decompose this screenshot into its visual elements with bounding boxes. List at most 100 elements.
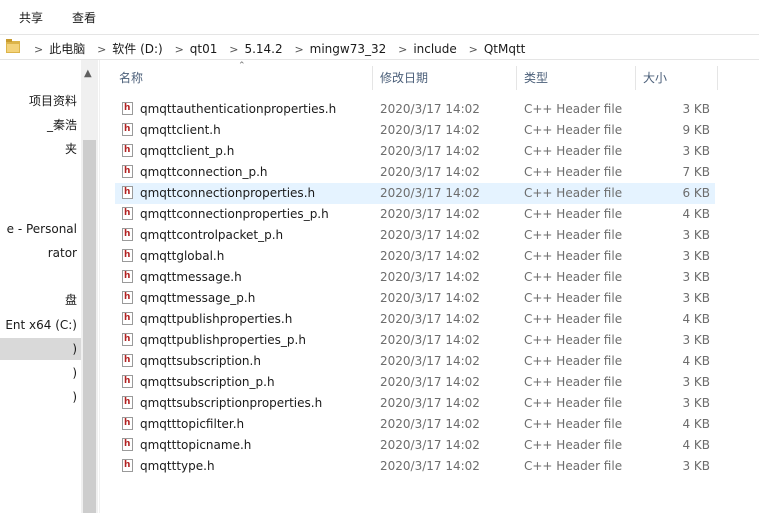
breadcrumb-separator-icon[interactable]: > bbox=[294, 43, 303, 56]
file-row[interactable]: h qmqttsubscription_p.h 2020/3/17 14:02 C++… bbox=[115, 372, 715, 393]
header-file-icon-glyph: h bbox=[124, 187, 131, 197]
breadcrumb-qt01[interactable]: qt01 bbox=[190, 42, 218, 56]
column-separator[interactable] bbox=[635, 66, 636, 90]
ribbon-tab-share[interactable]: 共享 bbox=[19, 9, 43, 26]
file-row[interactable]: h qmqttclient.h 2020/3/17 14:02 C++ Header … bbox=[115, 120, 715, 141]
file-type: C++ Header file bbox=[524, 123, 623, 137]
column-name[interactable]: 名称 bbox=[119, 62, 143, 94]
file-row[interactable]: h qmqttglobal.h 2020/3/17 14:02 C++ Header … bbox=[115, 246, 715, 267]
file-row[interactable]: h qmqttconnection_p.h 2020/3/17 14:02 C++ H… bbox=[115, 162, 715, 183]
header-file-icon-glyph: h bbox=[124, 229, 131, 239]
file-size: 3 KB bbox=[682, 333, 710, 347]
file-type: C++ Header file bbox=[524, 459, 623, 473]
header-file-icon: h bbox=[122, 186, 133, 199]
header-file-icon: h bbox=[122, 417, 133, 430]
breadcrumb-include[interactable]: include bbox=[413, 42, 456, 56]
nav-item[interactable]: e - Personal bbox=[0, 218, 81, 240]
file-name: qmqttsubscriptionproperties.h bbox=[140, 396, 323, 410]
nav-item-label: 盘 bbox=[64, 293, 77, 307]
pane-divider[interactable] bbox=[99, 60, 100, 513]
breadcrumb-drive-d[interactable]: 软件 (D:) bbox=[112, 40, 162, 57]
file-size: 3 KB bbox=[682, 228, 710, 242]
file-size: 6 KB bbox=[682, 186, 710, 200]
breadcrumb-version[interactable]: 5.14.2 bbox=[244, 42, 282, 56]
address-bar[interactable]: > 此电脑 > 软件 (D:) > qt01 >5.14.2 > mingw73_32 … bbox=[0, 34, 759, 60]
file-row[interactable]: h qmqttsubscriptionproperties.h 2020/3/17 … bbox=[115, 393, 715, 414]
header-file-icon-glyph: h bbox=[124, 418, 131, 428]
file-size: 3 KB bbox=[682, 291, 710, 305]
file-date: 2020/3/17 14:02 bbox=[380, 396, 480, 410]
file-row[interactable]: h qmqttsubscription.h 2020/3/17 14:02 C++ H… bbox=[115, 351, 715, 372]
file-size: 4 KB bbox=[682, 417, 710, 431]
breadcrumb-qtmqtt[interactable]: QtMqtt bbox=[484, 42, 526, 56]
file-type: C++ Header file bbox=[524, 438, 623, 452]
file-size: 4 KB bbox=[682, 438, 710, 452]
file-date: 2020/3/17 14:02 bbox=[380, 186, 480, 200]
header-file-icon: h bbox=[122, 333, 133, 346]
file-size: 3 KB bbox=[682, 102, 710, 116]
file-size: 9 KB bbox=[682, 123, 710, 137]
nav-item[interactable]: 夹 bbox=[0, 138, 81, 160]
file-size: 3 KB bbox=[682, 459, 710, 473]
file-row[interactable]: h qmqttconnectionproperties_p.h 2020/3/17 … bbox=[115, 204, 715, 225]
file-row[interactable]: h qmqttcontrolpacket_p.h 2020/3/17 14:02 C+… bbox=[115, 225, 715, 246]
nav-item[interactable]: ) bbox=[0, 362, 81, 384]
column-type[interactable]: 类型 bbox=[524, 62, 548, 94]
folder-icon bbox=[6, 39, 20, 53]
file-name: qmqttconnection_p.h bbox=[140, 165, 268, 179]
scroll-up-arrow-icon[interactable]: ▲ bbox=[84, 68, 92, 79]
breadcrumb-separator-icon[interactable]: > bbox=[97, 43, 106, 56]
ribbon-tab-view[interactable]: 查看 bbox=[72, 9, 96, 26]
file-size: 4 KB bbox=[682, 354, 710, 368]
breadcrumb-separator-icon[interactable]: > bbox=[469, 43, 478, 56]
breadcrumb-this-pc[interactable]: 此电脑 bbox=[49, 40, 85, 57]
header-file-icon-glyph: h bbox=[124, 250, 131, 260]
nav-item[interactable]: Ent x64 (C:) bbox=[0, 314, 81, 336]
file-size: 4 KB bbox=[682, 207, 710, 221]
file-row[interactable]: h qmqtttopicname.h 2020/3/17 14:02 C++ Head… bbox=[115, 435, 715, 456]
file-row[interactable]: h qmqttclient_p.h 2020/3/17 14:02 C++ Heade… bbox=[115, 141, 715, 162]
column-date[interactable]: 修改日期 bbox=[380, 62, 428, 94]
header-file-icon-glyph: h bbox=[124, 334, 131, 344]
nav-item[interactable]: _秦浩 bbox=[0, 114, 81, 136]
breadcrumb-separator-icon[interactable]: > bbox=[398, 43, 407, 56]
breadcrumb-separator-icon[interactable]: > bbox=[175, 43, 184, 56]
file-row[interactable]: h qmqtttopicfilter.h 2020/3/17 14:02 C++ He… bbox=[115, 414, 715, 435]
breadcrumb-separator-icon[interactable]: > bbox=[229, 43, 238, 56]
nav-scrollbar[interactable]: ▲ bbox=[81, 60, 98, 513]
file-type: C++ Header file bbox=[524, 165, 623, 179]
column-separator[interactable] bbox=[516, 66, 517, 90]
nav-item-selected[interactable]: ) bbox=[0, 338, 81, 360]
file-row[interactable]: h qmqttconnectionproperties.h 2020/3/17 14… bbox=[115, 183, 715, 204]
file-name: qmqttconnectionproperties_p.h bbox=[140, 207, 329, 221]
file-row[interactable]: h qmqttmessage.h 2020/3/17 14:02 C++ Header… bbox=[115, 267, 715, 288]
breadcrumb-mingw[interactable]: mingw73_32 bbox=[310, 42, 387, 56]
file-date: 2020/3/17 14:02 bbox=[380, 333, 480, 347]
file-type: C++ Header file bbox=[524, 291, 623, 305]
file-date: 2020/3/17 14:02 bbox=[380, 123, 480, 137]
header-file-icon-glyph: h bbox=[124, 166, 131, 176]
file-type: C++ Header file bbox=[524, 375, 623, 389]
header-file-icon-glyph: h bbox=[124, 313, 131, 323]
column-separator[interactable] bbox=[372, 66, 373, 90]
file-date: 2020/3/17 14:02 bbox=[380, 165, 480, 179]
scrollbar-thumb[interactable] bbox=[83, 140, 96, 513]
sort-ascending-icon: ⌃ bbox=[238, 61, 246, 71]
nav-item-label: rator bbox=[47, 246, 77, 260]
header-file-icon-glyph: h bbox=[124, 292, 131, 302]
file-row[interactable]: h qmqttmessage_p.h 2020/3/17 14:02 C++ Head… bbox=[115, 288, 715, 309]
header-file-icon-glyph: h bbox=[124, 397, 131, 407]
file-row[interactable]: h qmqttpublishproperties_p.h 2020/3/17 14:… bbox=[115, 330, 715, 351]
nav-item[interactable]: rator bbox=[0, 242, 81, 264]
column-separator[interactable] bbox=[717, 66, 718, 90]
column-size[interactable]: 大小 bbox=[643, 62, 667, 94]
file-row[interactable]: h qmqttpublishproperties.h 2020/3/17 14:02… bbox=[115, 309, 715, 330]
nav-item[interactable]: ) bbox=[0, 386, 81, 408]
breadcrumb-separator-icon[interactable]: > bbox=[34, 43, 43, 56]
file-date: 2020/3/17 14:02 bbox=[380, 459, 480, 473]
nav-item[interactable]: 项目资料 bbox=[0, 90, 81, 112]
nav-item[interactable]: 盘 bbox=[0, 289, 81, 311]
file-name: qmqttpublishproperties.h bbox=[140, 312, 293, 326]
file-row[interactable]: h qmqtttype.h 2020/3/17 14:02 C++ Header fi… bbox=[115, 456, 715, 477]
file-row[interactable]: h qmqttauthenticationproperties.h 2020/3/1… bbox=[115, 99, 715, 120]
